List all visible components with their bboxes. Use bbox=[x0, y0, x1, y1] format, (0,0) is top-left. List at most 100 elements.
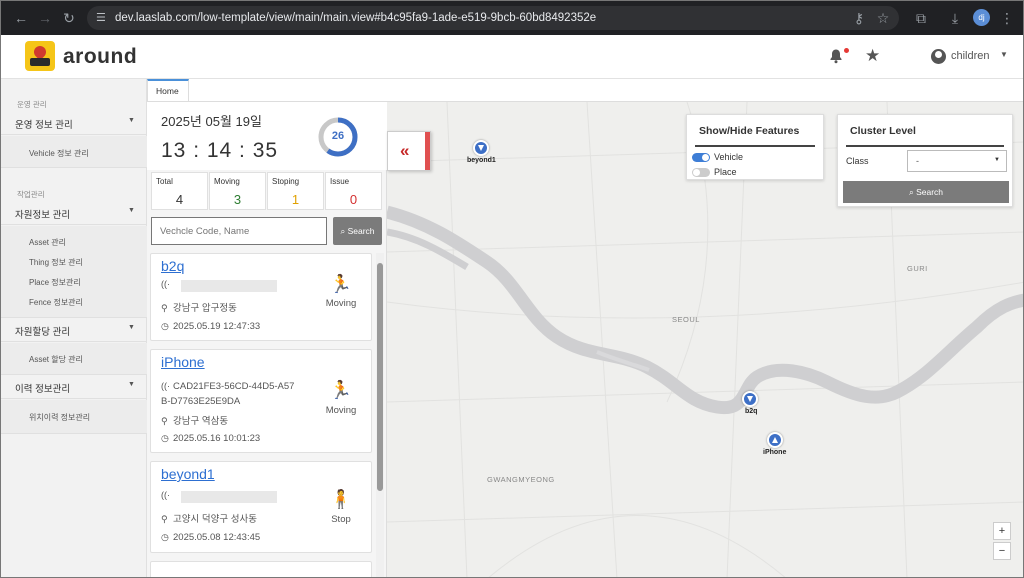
vehicle-name-link[interactable]: iPhone bbox=[161, 354, 205, 370]
sidebar-item-asset-allocation[interactable]: Asset 할당 관리 bbox=[29, 354, 83, 365]
sidebar-submenu: 위치이력 정보관리 bbox=[1, 400, 147, 434]
sidebar-group-resource-allocation[interactable]: 자원할당 관리 ▼ bbox=[1, 318, 147, 342]
device-id-redacted bbox=[181, 280, 277, 292]
logo-icon[interactable] bbox=[25, 41, 55, 71]
vehicle-search-input[interactable] bbox=[151, 217, 327, 245]
marker-label-b2q: b2q bbox=[745, 408, 758, 415]
device-row: ((· CAD21FE3-56CD-44D5-A57B-D7763E25E9DA bbox=[161, 379, 296, 409]
sidebar-group-operation-info[interactable]: 운영 정보 관리 ▼ bbox=[1, 111, 147, 135]
scrollbar-thumb[interactable] bbox=[377, 263, 383, 491]
vehicle-list: b2q ((· ⚲ 강남구 압구정동 ◷ 2025.05.19 12:47:33 🏃… bbox=[147, 253, 375, 577]
location-pin-icon: ⚲ bbox=[161, 303, 168, 313]
device-id: CAD21FE3-56CD-44D5-A57B-D7763E25E9DA bbox=[161, 381, 295, 407]
class-select[interactable]: - ▼ bbox=[907, 150, 1007, 172]
vehicle-address: 강남구 압구정동 bbox=[173, 303, 237, 314]
address-row: ⚲ 강남구 압구정동 bbox=[161, 300, 237, 314]
notification-dot bbox=[844, 48, 849, 53]
reload-icon[interactable]: ↻ bbox=[61, 10, 77, 26]
extensions-icon[interactable]: ⧉ bbox=[913, 10, 929, 26]
vehicle-panel: 2025년 05월 19일 13 : 14 : 35 26 Total 4 Mo… bbox=[147, 102, 387, 577]
stat-label: Stoping bbox=[272, 177, 300, 186]
stat-value: 0 bbox=[349, 192, 358, 207]
vehicle-status: Stop bbox=[331, 514, 351, 525]
sidebar-item-location-history[interactable]: 위치이력 정보관리 bbox=[29, 412, 90, 423]
device-id-redacted bbox=[181, 491, 277, 503]
tab-label: Home bbox=[156, 86, 179, 96]
vehicle-card[interactable] bbox=[150, 561, 372, 577]
vehicle-datetime: 2025.05.16 10:01:23 bbox=[173, 433, 261, 444]
stat-moving: Moving 3 bbox=[209, 172, 266, 210]
vehicle-marker-icon[interactable] bbox=[767, 432, 783, 448]
map-label-seoul: SEOUL bbox=[672, 315, 700, 324]
stat-stopping: Stoping 1 bbox=[267, 172, 324, 210]
sidebar-group-label: 자원할당 관리 bbox=[15, 327, 71, 338]
datetime-row: ◷ 2025.05.16 10:01:23 bbox=[161, 433, 260, 444]
vehicle-name-link[interactable]: beyond1 bbox=[161, 466, 215, 482]
search-button-label: Search bbox=[347, 226, 375, 236]
vehicle-card[interactable]: b2q ((· ⚲ 강남구 압구정동 ◷ 2025.05.19 12:47:33 🏃… bbox=[150, 253, 372, 341]
cluster-level-title: Cluster Level bbox=[850, 125, 916, 137]
vehicle-datetime: 2025.05.08 12:43:45 bbox=[173, 532, 261, 543]
zoom-in-button[interactable]: + bbox=[993, 522, 1011, 540]
sidebar-group-history[interactable]: 이력 정보관리 ▼ bbox=[1, 375, 147, 399]
clock-icon: ◷ bbox=[161, 321, 169, 331]
cluster-search-button[interactable]: ⌕ Search bbox=[843, 181, 1009, 203]
vehicle-status: Moving bbox=[325, 298, 357, 309]
bookmark-star-icon[interactable]: ☆ bbox=[875, 10, 891, 26]
tab-home[interactable]: Home bbox=[147, 79, 189, 101]
standing-person-icon: 🧍 bbox=[329, 489, 353, 509]
sidebar-group-label: 자원정보 관리 bbox=[15, 210, 71, 221]
address-bar[interactable]: ☰ dev.laaslab.com/low-template/view/main… bbox=[87, 6, 899, 30]
place-toggle[interactable] bbox=[692, 168, 710, 177]
address-row: ⚲ 고양시 덕양구 성사동 bbox=[161, 511, 257, 525]
sidebar-group-resource-info[interactable]: 자원정보 관리 ▼ bbox=[1, 201, 147, 225]
datetime-row: ◷ 2025.05.19 12:47:33 bbox=[161, 321, 260, 332]
collapse-panel-button[interactable]: « bbox=[387, 131, 431, 171]
menu-kebab-icon[interactable]: ⋮ bbox=[999, 10, 1015, 26]
sidebar-submenu: Asset 관리 Thing 정보 관리 Place 정보관리 Fence 정보… bbox=[1, 226, 147, 318]
back-icon[interactable]: ← bbox=[13, 10, 29, 26]
vehicle-search-button[interactable]: ⌕ Search bbox=[333, 217, 382, 245]
refresh-countdown-value: 26 bbox=[331, 130, 345, 142]
vehicle-marker-icon[interactable] bbox=[473, 140, 489, 156]
vehicle-status: Moving bbox=[325, 405, 357, 416]
vehicle-card[interactable]: iPhone ((· CAD21FE3-56CD-44D5-A57B-D7763E… bbox=[150, 349, 372, 453]
caret-down-icon: ▼ bbox=[128, 324, 135, 331]
password-key-icon[interactable]: ⚷ bbox=[851, 10, 867, 26]
running-person-icon: 🏃 bbox=[329, 274, 353, 294]
sidebar-item-vehicle[interactable]: Vehicle 정보 관리 bbox=[29, 148, 89, 159]
current-time: 13 : 14 : 35 bbox=[161, 139, 279, 162]
device-row: ((· bbox=[161, 279, 173, 290]
url-text: dev.laaslab.com/low-template/view/main/m… bbox=[115, 12, 597, 24]
vehicle-toggle-label: Vehicle bbox=[714, 152, 744, 162]
forward-icon[interactable]: → bbox=[37, 10, 53, 26]
user-menu[interactable]: children ▼ bbox=[931, 47, 1011, 67]
vehicle-name-link[interactable]: b2q bbox=[161, 258, 184, 274]
sidebar-item-place[interactable]: Place 정보관리 bbox=[29, 277, 81, 288]
show-hide-features-panel: Show/Hide Features Vehicle Place bbox=[686, 114, 824, 180]
cluster-search-label: Search bbox=[916, 187, 944, 197]
datetime-box: 2025년 05월 19일 13 : 14 : 35 26 bbox=[147, 102, 387, 170]
vehicle-datetime: 2025.05.19 12:47:33 bbox=[173, 321, 261, 332]
sidebar-item-thing[interactable]: Thing 정보 관리 bbox=[29, 257, 83, 268]
stat-issue: Issue 0 bbox=[325, 172, 382, 210]
sidebar-item-asset[interactable]: Asset 관리 bbox=[29, 237, 66, 248]
logo-text[interactable]: around bbox=[63, 45, 137, 69]
site-settings-icon[interactable]: ☰ bbox=[96, 12, 108, 24]
app-window: ← → ↻ ☰ dev.laaslab.com/low-template/vie… bbox=[0, 0, 1024, 578]
profile-avatar[interactable]: dj bbox=[973, 9, 990, 26]
show-hide-title: Show/Hide Features bbox=[699, 125, 800, 137]
vehicle-list-scrollbar[interactable] bbox=[376, 253, 384, 577]
sidebar-section-operation: 운영 관리 bbox=[17, 100, 47, 109]
download-icon[interactable]: ⤓ bbox=[947, 10, 963, 26]
vehicle-marker-icon[interactable] bbox=[742, 391, 758, 407]
vehicle-toggle[interactable] bbox=[692, 153, 710, 162]
notification-bell-icon[interactable] bbox=[828, 48, 844, 64]
stat-value: 3 bbox=[233, 192, 242, 207]
favorites-star-icon[interactable]: ★ bbox=[865, 47, 880, 65]
class-label: Class bbox=[846, 156, 869, 166]
zoom-out-button[interactable]: − bbox=[993, 542, 1011, 560]
sidebar: 운영 관리 운영 정보 관리 ▼ Vehicle 정보 관리 작업관리 자원정보… bbox=[1, 79, 147, 577]
vehicle-card[interactable]: beyond1 ((· ⚲ 고양시 덕양구 성사동 ◷ 2025.05.08 12:… bbox=[150, 461, 372, 553]
sidebar-item-fence[interactable]: Fence 정보관리 bbox=[29, 297, 83, 308]
